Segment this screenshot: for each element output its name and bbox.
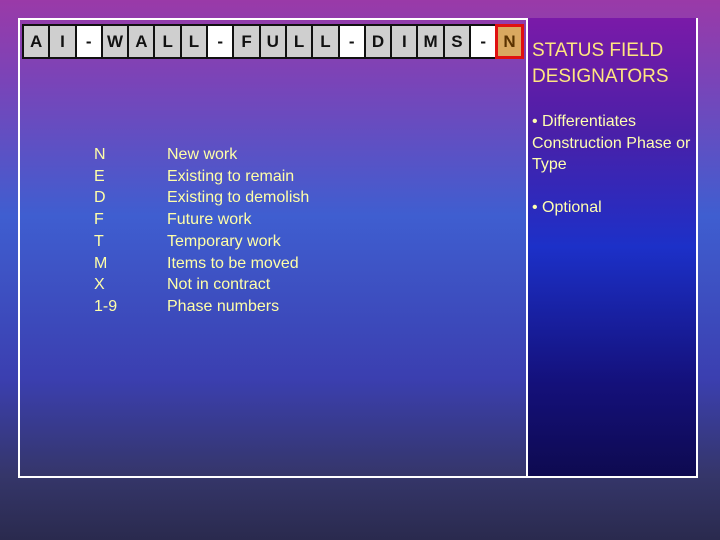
filename-cell: F bbox=[234, 26, 259, 57]
panel-bullets: • Differentiates Construction Phase or T… bbox=[532, 111, 697, 240]
designator-code: F bbox=[94, 211, 104, 229]
designator-meaning: Not in contract bbox=[167, 276, 271, 294]
filename-cell: I bbox=[50, 26, 75, 57]
designator-meaning: Items to be moved bbox=[167, 254, 299, 272]
filename-cell: L bbox=[181, 26, 207, 57]
filename-cell: D bbox=[365, 26, 391, 57]
designator-code: N bbox=[94, 146, 106, 163]
filename-cell: L bbox=[313, 26, 338, 57]
bullet-item: • Differentiates Construction Phase or T… bbox=[532, 113, 691, 174]
filename-bar: AI-WALL-FULL-DIMS-N bbox=[22, 24, 524, 59]
designator-meanings: New work Existing to remain Existing to de… bbox=[167, 144, 309, 318]
filename-cell: - bbox=[471, 26, 496, 57]
filename-cell: W bbox=[102, 26, 128, 57]
filename-cell: U bbox=[260, 26, 285, 57]
panel-title: STATUS FIELD DESIGNATORS bbox=[532, 38, 702, 90]
filename-cell: A bbox=[24, 26, 49, 57]
panel-title-line: STATUS FIELD bbox=[532, 40, 664, 61]
designator-meaning: Phase numbers bbox=[167, 297, 280, 315]
filename-cell: L bbox=[286, 26, 312, 57]
designator-code: D bbox=[94, 189, 106, 207]
panel-title-line: DESIGNATORS bbox=[532, 66, 669, 87]
designator-meaning: Temporary work bbox=[167, 232, 281, 250]
filename-cell: - bbox=[208, 26, 233, 57]
status-field-cell: N bbox=[495, 24, 524, 59]
filename-cell: - bbox=[339, 26, 364, 57]
designator-code: X bbox=[94, 276, 105, 294]
filename-cell: S bbox=[444, 26, 470, 57]
designator-code: T bbox=[94, 232, 104, 250]
designator-meaning: New work bbox=[167, 146, 238, 163]
designator-code: 1-9 bbox=[94, 297, 118, 315]
designator-codes: N E D F T M X 1-9 bbox=[94, 144, 117, 318]
designator-code: E bbox=[94, 167, 105, 185]
designator-meaning: Existing to demolish bbox=[167, 189, 310, 207]
filename-cell: I bbox=[392, 26, 417, 57]
bullet-item: • Optional bbox=[532, 199, 602, 217]
filename-cell: L bbox=[155, 26, 180, 57]
filename-cell: - bbox=[76, 26, 101, 57]
filename-cell: M bbox=[418, 26, 443, 57]
designator-meaning: Existing to remain bbox=[167, 167, 295, 185]
designator-meaning: Future work bbox=[167, 211, 252, 229]
filename-cell: A bbox=[129, 26, 154, 57]
designator-code: M bbox=[94, 254, 108, 272]
